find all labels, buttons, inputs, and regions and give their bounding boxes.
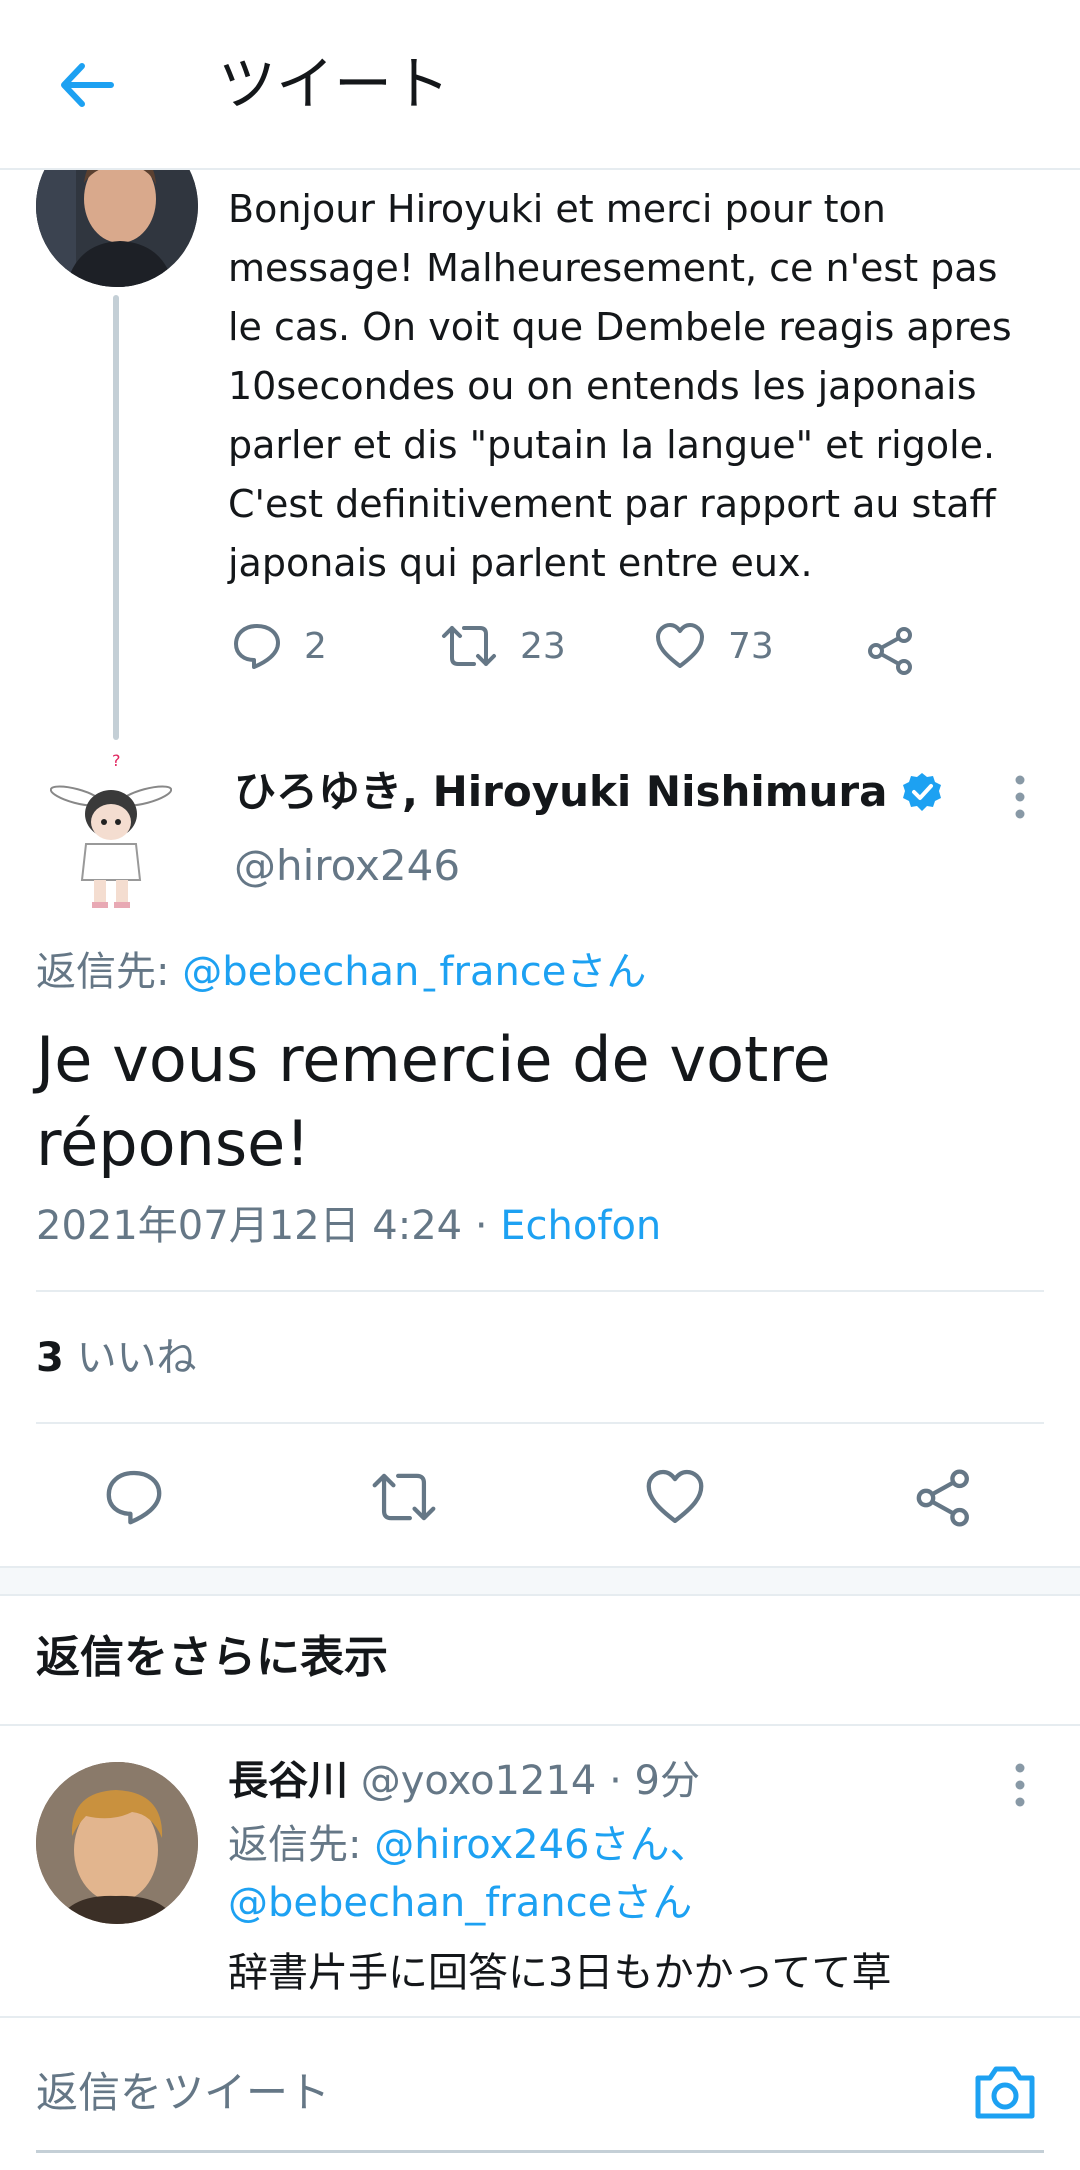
author-name[interactable]: ひろゆき, Hiroyuki Nishimura [234,764,887,820]
heart-icon [656,623,704,668]
author-name-row[interactable]: ひろゆき, Hiroyuki Nishimura [234,764,943,820]
compose-underline [36,2150,1044,2153]
section-gap [0,1566,1080,1596]
reply-count: 2 [304,625,327,667]
reply-tweet-text: 辞書片手に回答に3日もかかってて草 [228,1950,892,1996]
like-count: 73 [728,625,774,667]
back-arrow-icon[interactable] [52,50,122,120]
verified-badge-icon [903,773,942,811]
timestamp: 2021年07月12日 4:24 · [36,1203,501,1249]
divider [36,1422,1044,1424]
reply-to-link[interactable]: @bebechan_franceさん [228,1880,692,1926]
reply-compose-input[interactable]: 返信をツイート [36,2064,330,2122]
reply-to-line: 返信先: @hirox246さん、 @bebechan_franceさん [228,1816,1028,1932]
reply-author-name[interactable]: 長谷川 [228,1758,348,1804]
likes-label: いいね [76,1335,197,1381]
more-replies-heading[interactable]: 返信をさらに表示 [36,1628,388,1688]
share-icon[interactable] [866,626,916,680]
reply-to-link[interactable]: @bebechanˍfranceさん [182,949,646,995]
camera-icon[interactable] [972,2060,1038,2126]
reply-icon [234,624,280,669]
svg-text:?: ? [112,752,121,770]
divider [0,1724,1080,1726]
avatar[interactable] [36,1762,198,1924]
reply-header: 長谷川 @yoxo1214 · 9分 [228,1752,700,1810]
reply-to-link[interactable]: @hirox246さん、 [374,1822,709,1868]
client-link[interactable]: Echofon [500,1203,661,1249]
thread-line [113,295,119,740]
tweet-text: Je vous remercie de votre réponse! [36,1023,831,1180]
retweet-icon [442,626,496,666]
retweet-action[interactable]: 23 [440,622,566,670]
tweet-meta: 2021年07月12日 4:24 · Echofon [36,1198,661,1254]
more-options-icon[interactable] [1000,1760,1040,1810]
avatar[interactable]: ? [49,751,173,912]
reply-to-line: 返信先: @bebechanˍfranceさん [36,944,646,1000]
reply-author-handle[interactable]: @yoxo1214 [361,1758,597,1804]
retweet-icon[interactable] [370,1468,438,1530]
likes-summary[interactable]: 3 いいね [36,1330,197,1386]
reply-icon[interactable] [104,1468,164,1530]
like-action[interactable]: 73 [654,622,774,670]
top-app-bar: ツイート [0,0,1080,170]
parent-tweet-text: Bonjour Hiroyuki et merci pour ton messa… [228,187,1012,585]
likes-count: 3 [36,1335,64,1381]
reply-action[interactable]: 2 [232,622,327,670]
author-handle[interactable]: @hirox246 [234,838,460,894]
retweet-count: 23 [520,625,566,667]
more-options-icon[interactable] [1000,772,1040,822]
reply-to-prefix: 返信先: [36,949,183,995]
page-title: ツイート [218,50,451,118]
share-icon[interactable] [914,1468,974,1532]
heart-icon[interactable] [644,1468,706,1530]
divider [36,1290,1044,1292]
reply-time: · 9分 [609,1758,700,1804]
reply-to-prefix: 返信先: [228,1822,375,1868]
